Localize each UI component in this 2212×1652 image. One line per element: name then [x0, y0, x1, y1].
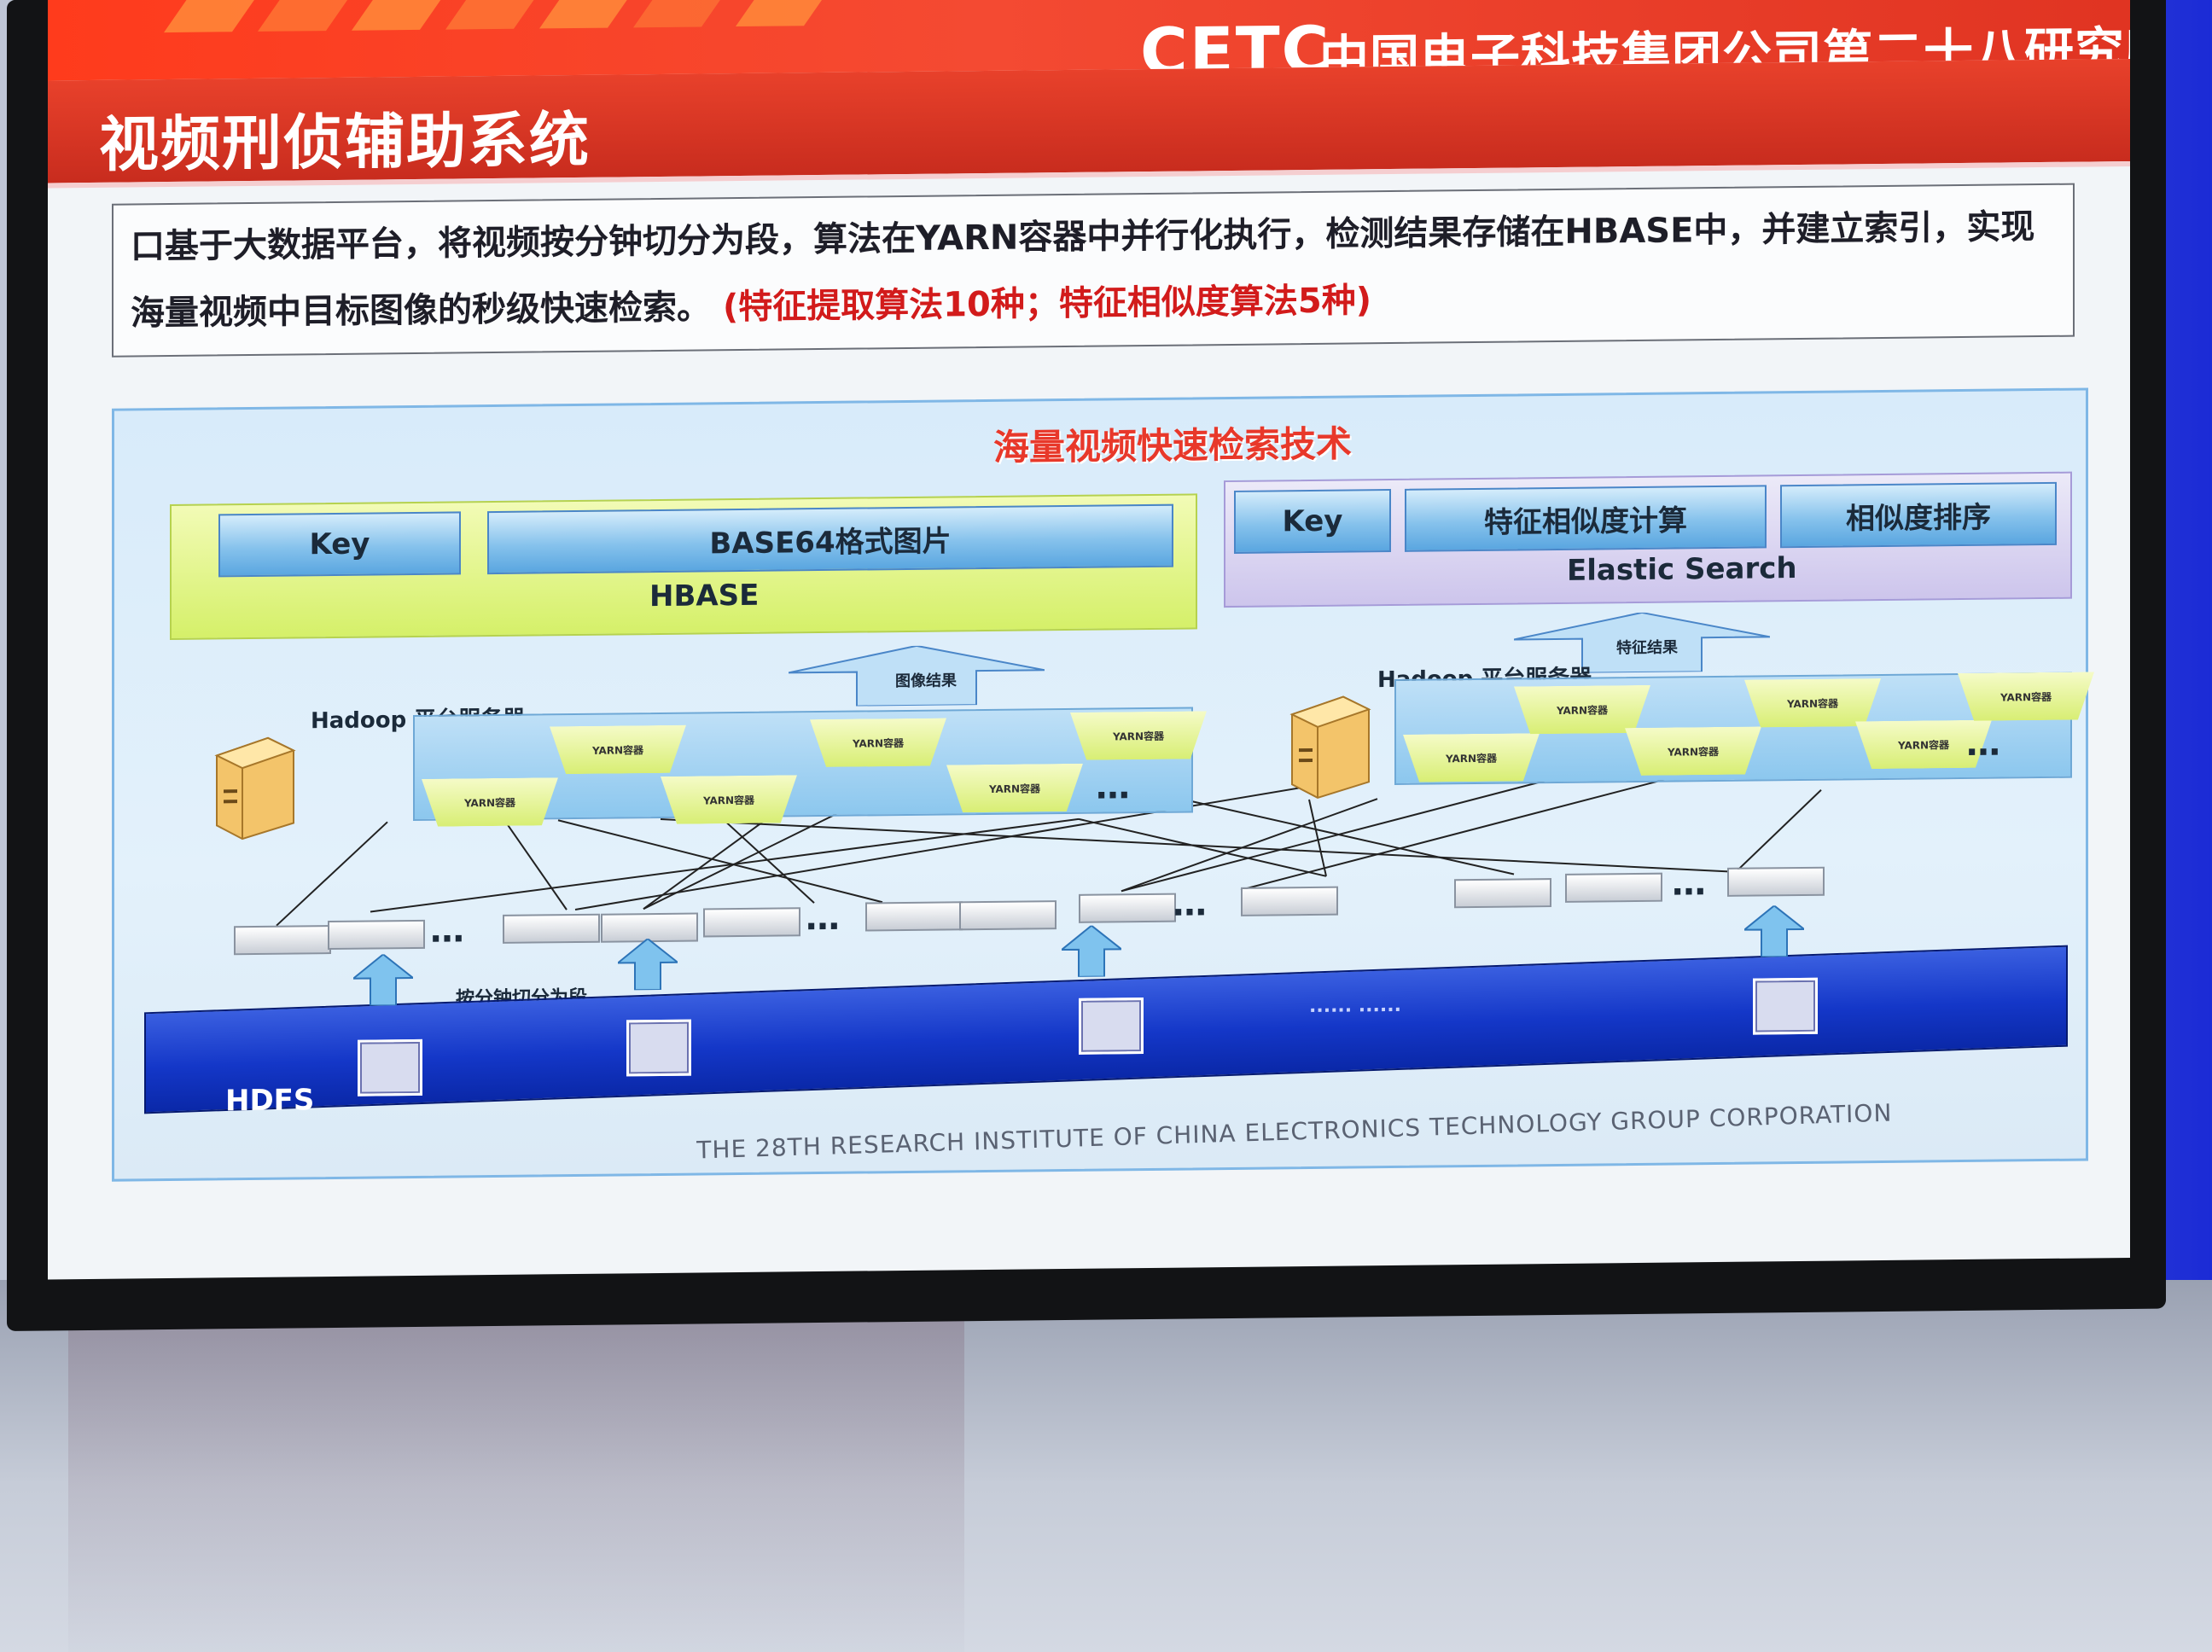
yarn-container: YARN容器	[1403, 733, 1540, 782]
video-segment	[234, 925, 331, 956]
up-arrow-icon	[1059, 924, 1124, 978]
screen: CETC 中国电子科技集团公司第二十八研究所 视频刑侦辅助系统 口基于大数据平台…	[48, 0, 2130, 1280]
slide-title: 视频刑侦辅助系统	[99, 104, 591, 180]
video-segment	[865, 901, 963, 932]
yarn-container: YARN容器	[946, 764, 1083, 813]
server-icon	[208, 729, 302, 841]
decor-stripe	[257, 0, 351, 32]
video-segment	[328, 919, 425, 951]
video-segment	[703, 907, 800, 938]
server-icon	[1284, 688, 1377, 800]
yarn-container: YARN容器	[1625, 726, 1761, 776]
decor-stripe	[351, 0, 445, 31]
video-file-icon	[626, 1019, 691, 1077]
video-segment	[1241, 886, 1338, 916]
video-segment	[503, 913, 600, 944]
hdfs-ellipsis: ...... ......	[1309, 994, 1401, 1018]
hdfs-label: HDFS	[225, 1083, 315, 1119]
hbase-panel: Key BASE64格式图片 HBASE	[170, 493, 1197, 640]
video-segment	[1079, 893, 1176, 923]
hbase-image-cell: BASE64格式图片	[487, 503, 1173, 575]
ellipsis: …	[806, 898, 843, 939]
up-arrow-icon	[615, 937, 680, 992]
yarn-container: YARN容器	[1514, 685, 1650, 735]
up-arrow-icon	[351, 953, 416, 1007]
video-file-icon	[1079, 998, 1144, 1055]
feature-result-label: 特征结果	[1616, 638, 1678, 658]
ellipsis: …	[1966, 724, 2004, 764]
decor-stripe	[632, 0, 726, 28]
elastic-search-panel: Key 特征相似度计算 相似度排序 Elastic Search	[1224, 471, 2072, 608]
es-key-cell: Key	[1234, 489, 1391, 554]
yarn-container: YARN容器	[1744, 678, 1881, 728]
video-segment	[1727, 866, 1825, 897]
yarn-container: YARN容器	[550, 725, 686, 775]
architecture-diagram: 海量视频快速检索技术 Key BASE64格式图片 HBASE Key 特征相似…	[112, 387, 2088, 1182]
image-result-label: 图像结果	[895, 672, 957, 691]
decor-stripe	[445, 0, 538, 30]
yarn-container: YARN容器	[1958, 672, 2094, 721]
yarn-container: YARN容器	[810, 718, 946, 767]
decor-stripe	[735, 0, 829, 27]
yarn-container: YARN容器	[422, 777, 558, 827]
hbase-label: HBASE	[649, 578, 760, 614]
es-similarity-calc-cell: 特征相似度计算	[1405, 485, 1767, 552]
description-highlight: (特征提取算法10种；特征相似度算法5种)	[722, 281, 1371, 328]
floor-reflection	[68, 1288, 964, 1652]
ellipsis: …	[1173, 884, 1210, 924]
video-segment	[959, 900, 1057, 931]
diagram-title: 海量视频快速检索技术	[993, 422, 1353, 468]
es-label: Elastic Search	[1567, 551, 1797, 588]
es-sort-cell: 相似度排序	[1780, 481, 2057, 549]
up-arrow-icon	[1742, 905, 1807, 958]
decor-stripe	[163, 0, 257, 33]
ellipsis: …	[1672, 864, 1709, 904]
ellipsis: …	[430, 910, 468, 951]
decor-stripe	[538, 0, 632, 29]
video-file-icon	[358, 1038, 422, 1096]
ellipsis: …	[1096, 767, 1133, 807]
tv-monitor: CETC 中国电子科技集团公司第二十八研究所 视频刑侦辅助系统 口基于大数据平台…	[7, 0, 2166, 1332]
yarn-container: YARN容器	[661, 775, 797, 824]
video-segment	[1565, 872, 1662, 903]
description-box: 口基于大数据平台，将视频按分钟切分为段，算法在YARN容器中并行化执行，检测结果…	[112, 183, 2075, 358]
video-file-icon	[1753, 977, 1818, 1035]
video-segment	[1454, 878, 1551, 909]
yarn-container: YARN容器	[1070, 711, 1207, 760]
hbase-key-cell: Key	[218, 511, 461, 578]
